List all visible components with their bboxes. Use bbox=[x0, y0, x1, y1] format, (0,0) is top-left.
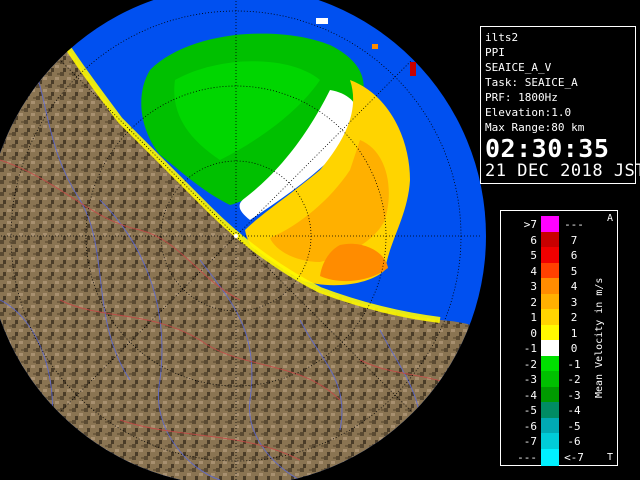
product-name: SEAICE_A_V bbox=[485, 61, 552, 74]
legend-row-upper: <-7 bbox=[564, 450, 584, 464]
scan-date: 21 DEC 2018 JST bbox=[485, 161, 640, 181]
task-name: Task: SEAICE_A bbox=[485, 76, 578, 89]
legend-row-lower: --- bbox=[517, 450, 537, 464]
legend-bottom-marker: T bbox=[606, 452, 613, 463]
scan-info-panel: ilts2 PPI SEAICE_A_V Task: SEAICE_A PRF:… bbox=[480, 26, 640, 184]
prf-value: PRF: 1800Hz bbox=[485, 91, 558, 104]
max-range-value: Max Range:80 km bbox=[485, 121, 585, 134]
radar-site-marker bbox=[234, 234, 238, 238]
velocity-color-legend: >7 --- 6 7 5 6 4 5 3 4 2 3 1 2 0 1 -1 0 -2 -1 -3 -2 -4 -3 -5 -4 -6… bbox=[500, 210, 618, 466]
legend-color-swatch bbox=[541, 448, 559, 466]
elevation-value: Elevation:1.0 bbox=[485, 106, 572, 119]
station-name: ilts2 bbox=[485, 31, 519, 44]
legend-top-marker: A bbox=[606, 213, 613, 224]
scan-time: 02:30:35 bbox=[485, 134, 610, 163]
legend-title: Mean Velocity in m/s bbox=[594, 277, 605, 399]
scan-type: PPI bbox=[485, 46, 505, 59]
